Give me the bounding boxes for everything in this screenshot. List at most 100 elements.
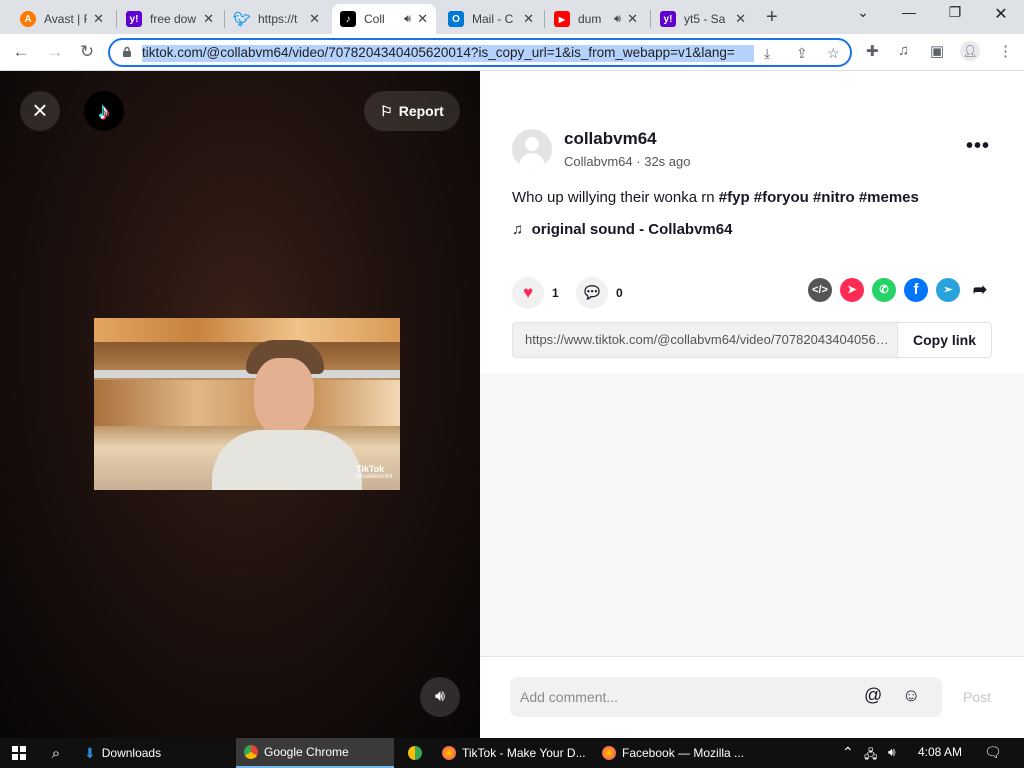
url-text[interactable]: tiktok.com/@collabvm64/video/70782043404… bbox=[142, 45, 754, 62]
start-button[interactable] bbox=[0, 738, 38, 768]
volume-icon[interactable]: 🔊︎ bbox=[888, 745, 896, 760]
video-frame[interactable]: TikTok @collabvm64 bbox=[94, 318, 400, 490]
username[interactable]: collabvm64 bbox=[564, 129, 657, 149]
avatar[interactable] bbox=[512, 129, 552, 169]
donut-shelf-top bbox=[94, 318, 400, 342]
donut-shelf-bottom bbox=[94, 380, 400, 426]
mention-icon[interactable]: @ bbox=[864, 685, 882, 706]
chevron-up-icon[interactable]: ⌃ bbox=[842, 744, 854, 761]
restore-button[interactable]: ❐ bbox=[932, 4, 978, 28]
yahoo-icon: y! bbox=[126, 11, 142, 27]
sound-link[interactable]: ♫ original sound - Collabvm64 bbox=[512, 221, 732, 238]
facebook-icon[interactable]: f bbox=[904, 278, 928, 302]
music-note-icon: ♫ bbox=[512, 221, 524, 238]
like-count: 1 bbox=[552, 286, 559, 300]
close-window-button[interactable]: ✕ bbox=[978, 4, 1024, 28]
close-tab-icon[interactable]: ✕ bbox=[417, 11, 428, 27]
tab-yahoo-free-download[interactable]: y! free dow ✕ bbox=[118, 4, 222, 34]
windows-logo-icon bbox=[12, 746, 26, 760]
report-button[interactable]: ⚐ Report bbox=[364, 91, 460, 131]
video-player[interactable]: × ♪ ♪ ♪ ⚐ Report TikTok @collabvm64 🔊︎ bbox=[0, 71, 480, 738]
chrome-canary-icon bbox=[408, 746, 422, 760]
tab-search-icon[interactable]: ⌄ bbox=[840, 4, 886, 28]
copy-link-button[interactable]: Copy link bbox=[897, 323, 991, 357]
reload-button[interactable]: ↻ bbox=[76, 41, 98, 63]
tab-avast[interactable]: A Avast | F ✕ bbox=[12, 4, 112, 34]
share-arrow-icon[interactable]: ➦ bbox=[968, 278, 992, 302]
telegram-icon[interactable]: ➢ bbox=[936, 278, 960, 302]
new-tab-button[interactable]: + bbox=[766, 6, 778, 29]
firefox-icon bbox=[602, 746, 616, 760]
back-button[interactable]: ← bbox=[10, 41, 32, 63]
post-caption: Who up willying their wonka rn #fyp #for… bbox=[512, 189, 919, 206]
share-link-text[interactable]: https://www.tiktok.com/@collabvm64/video… bbox=[525, 332, 893, 347]
speaker-icon[interactable]: 🔊︎ bbox=[404, 13, 411, 26]
whatsapp-icon[interactable]: ✆ bbox=[872, 278, 896, 302]
forward-button[interactable]: → bbox=[44, 41, 66, 63]
close-tab-icon[interactable]: ✕ bbox=[309, 11, 320, 27]
hashtag-link[interactable]: #memes bbox=[859, 189, 919, 206]
address-bar[interactable]: tiktok.com/@collabvm64/video/70782043404… bbox=[108, 38, 852, 67]
tab-twitter[interactable]: 🐦︎ https://t ✕ bbox=[226, 4, 328, 34]
send-to-friends-icon[interactable]: ➤ bbox=[840, 278, 864, 302]
more-options-icon[interactable]: ••• bbox=[966, 135, 990, 158]
tiktok-logo-icon[interactable]: ♪ ♪ ♪ bbox=[84, 91, 124, 131]
emoji-icon[interactable]: ☺ bbox=[902, 685, 920, 706]
lock-icon[interactable] bbox=[122, 46, 132, 57]
close-tab-icon[interactable]: ✕ bbox=[93, 11, 104, 27]
close-tab-icon[interactable]: ✕ bbox=[627, 11, 638, 27]
tab-outlook-mail[interactable]: O Mail - C ✕ bbox=[440, 4, 542, 34]
chrome-icon bbox=[244, 745, 258, 759]
taskbar-item-firefox-tiktok[interactable]: TikTok - Make Your D... bbox=[434, 738, 592, 768]
avast-icon: A bbox=[20, 11, 36, 27]
flag-icon: ⚐ bbox=[380, 102, 393, 119]
clock-time[interactable]: 4:08 AM bbox=[918, 745, 962, 759]
firefox-icon bbox=[442, 746, 456, 760]
close-video-button[interactable]: × bbox=[20, 91, 60, 131]
folder-download-icon: ⬇ bbox=[84, 744, 96, 761]
side-panel-icon[interactable]: ▣ bbox=[930, 42, 944, 60]
hashtag-link[interactable]: #foryou bbox=[754, 189, 809, 206]
tab-tiktok[interactable]: ♪ Coll 🔊︎ ✕ bbox=[332, 4, 436, 34]
media-control-icon[interactable]: ♫ bbox=[898, 42, 909, 59]
notifications-icon[interactable]: 🗨︎ bbox=[984, 744, 1002, 761]
heart-icon: ♥ bbox=[512, 277, 544, 309]
search-icon[interactable]: ⌕ bbox=[38, 738, 74, 768]
person-body bbox=[212, 430, 362, 490]
browser-toolbar: ← → ↻ tiktok.com/@collabvm64/video/70782… bbox=[0, 34, 1024, 71]
comment-button[interactable]: 💬︎ 0 bbox=[576, 277, 623, 309]
comment-input[interactable]: Add comment... @ ☺ bbox=[510, 677, 942, 717]
embed-icon[interactable]: </> bbox=[808, 278, 832, 302]
tab-strip: A Avast | F ✕ y! free dow ✕ 🐦︎ https://t… bbox=[0, 0, 1024, 34]
like-button[interactable]: ♥ 1 bbox=[512, 277, 559, 309]
install-app-icon[interactable]: ⤓ bbox=[764, 45, 770, 62]
taskbar-item-chrome[interactable]: Google Chrome bbox=[236, 738, 394, 768]
hashtag-link[interactable]: #fyp bbox=[719, 189, 750, 206]
share-icon[interactable]: ⇪ bbox=[796, 45, 808, 62]
volume-button[interactable]: 🔊︎ bbox=[420, 677, 460, 717]
comment-bar: Add comment... @ ☺ Post bbox=[480, 656, 1024, 738]
taskbar-item-chrome-canary[interactable] bbox=[398, 738, 432, 768]
taskbar-item-downloads[interactable]: ⬇ Downloads bbox=[76, 738, 234, 768]
network-icon[interactable]: 🖧︎ bbox=[864, 745, 877, 766]
tab-youtube[interactable]: ▶ dum 🔊︎ ✕ bbox=[546, 4, 646, 34]
yahoo-icon: y! bbox=[660, 11, 676, 27]
tab-yahoo-yt5[interactable]: y! yt5 - Sa ✕ bbox=[652, 4, 754, 34]
close-tab-icon[interactable]: ✕ bbox=[203, 11, 214, 27]
outlook-icon: O bbox=[448, 11, 464, 27]
extensions-puzzle-icon[interactable]: ✚ bbox=[866, 42, 879, 60]
close-tab-icon[interactable]: ✕ bbox=[523, 11, 534, 27]
speaker-icon[interactable]: 🔊︎ bbox=[614, 13, 621, 26]
close-tab-icon[interactable]: ✕ bbox=[735, 11, 746, 27]
post-comment-button[interactable]: Post bbox=[963, 689, 991, 705]
post-meta: Collabvm64 · 32s ago bbox=[564, 154, 691, 169]
person-head bbox=[254, 358, 314, 436]
taskbar-item-firefox-facebook[interactable]: Facebook — Mozilla ... bbox=[594, 738, 752, 768]
menu-kebab-icon[interactable]: ⋮ bbox=[998, 42, 1013, 60]
profile-avatar-icon[interactable]: 👤︎ bbox=[960, 41, 980, 61]
comment-count: 0 bbox=[616, 286, 623, 300]
bookmark-star-icon[interactable]: ☆ bbox=[827, 45, 840, 62]
hashtag-link[interactable]: #nitro bbox=[813, 189, 855, 206]
minimize-button[interactable]: — bbox=[886, 4, 932, 28]
twitter-icon: 🐦︎ bbox=[233, 10, 251, 27]
